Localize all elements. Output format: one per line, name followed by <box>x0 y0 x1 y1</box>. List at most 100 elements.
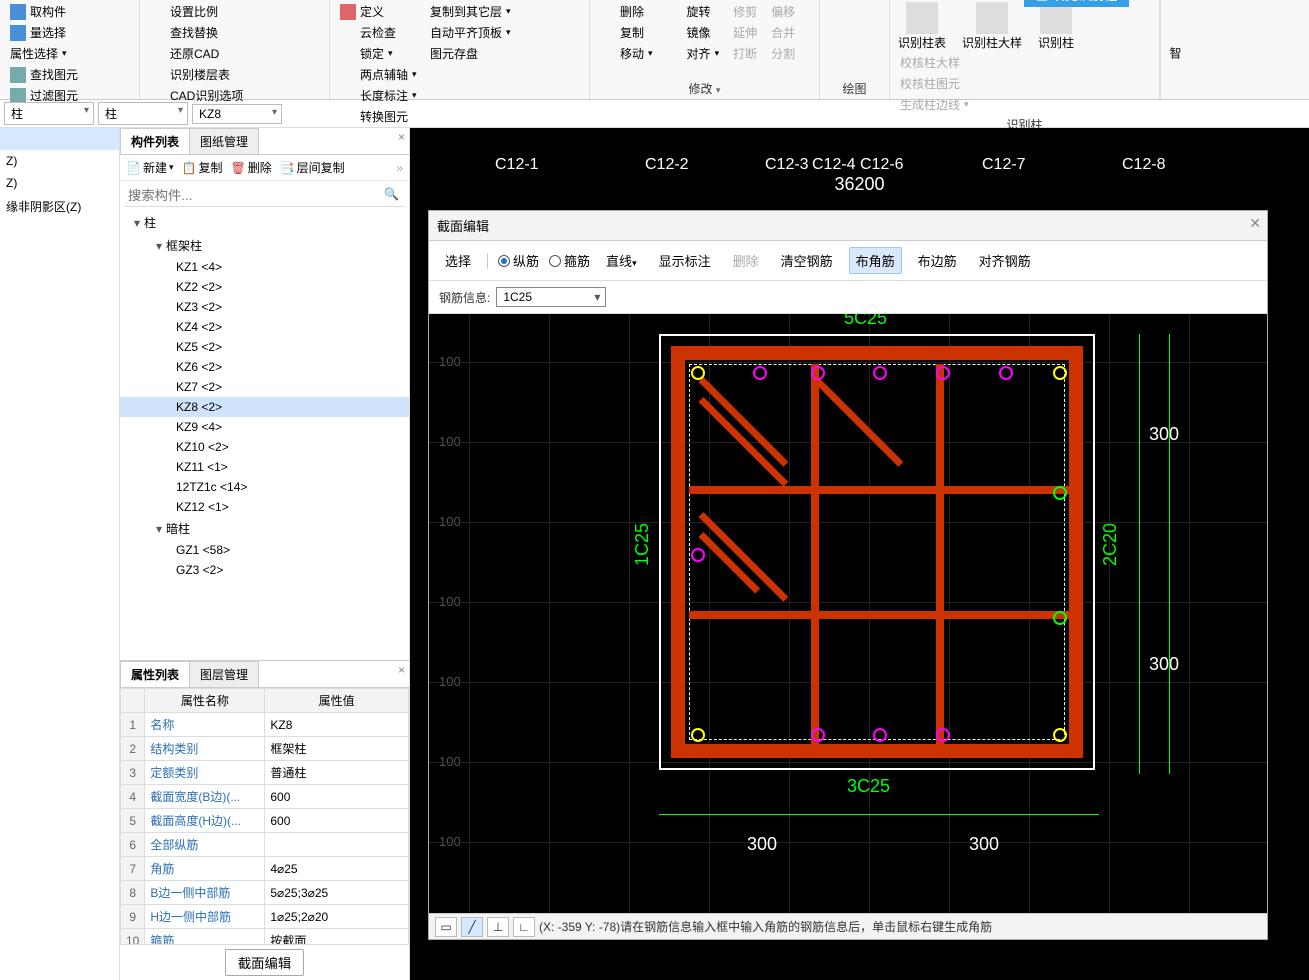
left-item-2[interactable]: Z) <box>0 172 119 194</box>
tab-component-list[interactable]: 构件列表 <box>120 128 190 154</box>
dd-category-1[interactable]: 柱 <box>4 102 94 125</box>
tree-node[interactable]: GZ1 <58> <box>120 540 409 560</box>
dlg-show-dim[interactable]: 显示标注 <box>653 248 717 273</box>
dim-top: 5C25 <box>844 314 887 329</box>
rb-floor-table[interactable]: 识别楼层表 <box>148 65 245 84</box>
prop-row[interactable]: 6全部纵筋 <box>121 833 409 857</box>
radio-stirrup[interactable]: 箍筋 <box>549 251 590 270</box>
rb-batch-select[interactable]: 量选择 <box>8 23 69 42</box>
btn-section-edit[interactable]: 截面编辑 <box>225 949 304 976</box>
tree-node[interactable]: KZ1 <4> <box>120 257 409 277</box>
btn-copy[interactable]: 📋复制 <box>182 159 223 176</box>
sb-btn-2[interactable]: ╱ <box>461 917 483 937</box>
prop-close-icon[interactable]: × <box>398 663 405 677</box>
search-input[interactable] <box>124 185 405 207</box>
right-edge-tab[interactable]: 智 <box>1160 0 1184 99</box>
tab-layer-manage[interactable]: 图层管理 <box>189 661 259 687</box>
prop-row[interactable]: 5截面高度(H边)(...600 <box>121 809 409 833</box>
rb-align-top[interactable]: 自动平齐顶板▾ <box>408 23 513 42</box>
prop-row[interactable]: 8B边一侧中部筋5⌀25;3⌀25 <box>121 881 409 905</box>
rb-get-component[interactable]: 取构件 <box>8 2 69 21</box>
prop-row[interactable]: 10箍筋按截面 <box>121 929 409 945</box>
tree-node[interactable]: ▾暗柱 <box>120 517 409 540</box>
rb-find-elem[interactable]: 查找图元 <box>8 65 80 84</box>
tree-node[interactable]: KZ4 <2> <box>120 317 409 337</box>
sb-btn-3[interactable]: ⊥ <box>487 917 509 937</box>
tree-node[interactable]: KZ7 <2> <box>120 377 409 397</box>
dlg-align-bar[interactable]: 对齐钢筋 <box>973 248 1037 273</box>
rb-define[interactable]: 定义 <box>338 2 398 21</box>
rb-scale[interactable]: 设置比例 <box>148 2 221 21</box>
rb-find-replace[interactable]: 查找替换 <box>148 23 221 42</box>
dd-category-2[interactable]: 柱 <box>98 102 188 125</box>
rb-convert[interactable]: 转换图元 <box>338 107 419 126</box>
tree-node[interactable]: KZ3 <2> <box>120 297 409 317</box>
tree-node[interactable]: ▾框架柱 <box>120 234 409 257</box>
tree-node[interactable]: GZ3 <2> <box>120 560 409 580</box>
rb-copy[interactable]: 复制 <box>598 23 655 42</box>
tree-node[interactable]: ▾柱 <box>120 211 409 234</box>
btn-delete[interactable]: 🗑删除 <box>230 159 271 176</box>
rb-restore-cad[interactable]: 还原CAD <box>148 44 221 63</box>
rebar-info-combo[interactable]: 1C25 <box>496 287 606 307</box>
rb-lock[interactable]: 锁定▾ <box>338 44 398 63</box>
rb-mirror[interactable]: 镜像 <box>665 23 722 42</box>
identify-detail-icon[interactable] <box>976 2 1008 34</box>
left-nav-panel: Z) Z) 缘非阴影区(Z) <box>0 128 120 980</box>
rb-rotate[interactable]: 旋转 <box>665 2 722 21</box>
dlg-straight[interactable]: 直线▾ <box>600 248 643 273</box>
identify-table-icon[interactable] <box>906 2 938 34</box>
tree-node[interactable]: KZ11 <1> <box>120 457 409 477</box>
dialog-close-icon[interactable]: ✕ <box>1249 215 1261 232</box>
dlg-select[interactable]: 选择 <box>439 248 477 273</box>
tree-node[interactable]: KZ5 <2> <box>120 337 409 357</box>
tree-node[interactable]: KZ10 <2> <box>120 437 409 457</box>
rb-delete[interactable]: 删除 <box>598 2 655 21</box>
dlg-edge-bar[interactable]: 布边筋 <box>912 248 963 273</box>
rb-length-dim[interactable]: 长度标注▾ <box>338 86 419 105</box>
search-icon[interactable]: 🔍 <box>384 187 399 201</box>
section-canvas[interactable]: 100100100100100100100 <box>429 314 1267 939</box>
dim-right: 2C20 <box>1100 523 1121 566</box>
left-item-3[interactable]: 缘非阴影区(Z) <box>0 194 119 219</box>
prop-row[interactable]: 3定额类别普通柱 <box>121 761 409 785</box>
rb-extend: 延伸 <box>731 23 759 42</box>
dlg-corner-bar[interactable]: 布角筋 <box>849 247 902 274</box>
tab-drawing-manage[interactable]: 图纸管理 <box>189 128 259 154</box>
dd-component[interactable]: KZ8 <box>192 104 282 124</box>
delete-icon: 🗑 <box>230 161 245 175</box>
rb-cloud-check[interactable]: 云检查 <box>338 23 398 42</box>
left-item-1[interactable]: Z) <box>0 150 119 172</box>
tab-prop-list[interactable]: 属性列表 <box>120 661 190 687</box>
btn-layer-copy[interactable]: 📑层间复制 <box>280 159 345 176</box>
rb-copy-floor[interactable]: 复制到其它层▾ <box>408 2 513 21</box>
tree-node[interactable]: KZ2 <2> <box>120 277 409 297</box>
sb-btn-4[interactable]: ∟ <box>513 917 535 937</box>
radio-longitudinal[interactable]: 纵筋 <box>498 251 539 270</box>
prop-row[interactable]: 1名称KZ8 <box>121 713 409 737</box>
left-item-0[interactable] <box>0 128 119 150</box>
column-section-box <box>659 334 1095 770</box>
prop-row[interactable]: 4截面宽度(B边)(...600 <box>121 785 409 809</box>
fill-recognize-column-button[interactable]: ▣填充识别柱 <box>1024 0 1129 7</box>
tree-node[interactable]: 12TZ1c <14> <box>120 477 409 497</box>
btn-new[interactable]: 📄新建▾ <box>126 159 174 176</box>
toolbar-more-icon[interactable]: » <box>396 161 403 175</box>
tree-node[interactable]: KZ6 <2> <box>120 357 409 377</box>
rb-save-elem[interactable]: 图元存盘 <box>408 44 513 63</box>
tree-node[interactable]: KZ9 <4> <box>120 417 409 437</box>
panel-close-icon[interactable]: × <box>398 130 405 144</box>
tree-node[interactable]: KZ12 <1> <box>120 497 409 517</box>
property-panel: × 属性列表 图层管理 属性名称属性值 1名称KZ82结构类别框架柱3定额类别普… <box>120 660 409 980</box>
prop-row[interactable]: 7角筋4⌀25 <box>121 857 409 881</box>
sb-btn-1[interactable]: ▭ <box>435 917 457 937</box>
tree-node[interactable]: KZ8 <2> <box>120 397 409 417</box>
rb-align[interactable]: 对齐▾ <box>665 44 722 63</box>
prop-row[interactable]: 2结构类别框架柱 <box>121 737 409 761</box>
dlg-clear[interactable]: 清空钢筋 <box>775 248 839 273</box>
rb-move[interactable]: 移动▾ <box>598 44 655 63</box>
prop-row[interactable]: 9H边一侧中部筋1⌀25;2⌀20 <box>121 905 409 929</box>
rb-prop-select[interactable]: 属性选择▾ <box>8 44 69 63</box>
rb-two-axis[interactable]: 两点辅轴▾ <box>338 65 419 84</box>
component-tree: ▾柱▾框架柱KZ1 <4>KZ2 <2>KZ3 <2>KZ4 <2>KZ5 <2… <box>120 211 409 660</box>
